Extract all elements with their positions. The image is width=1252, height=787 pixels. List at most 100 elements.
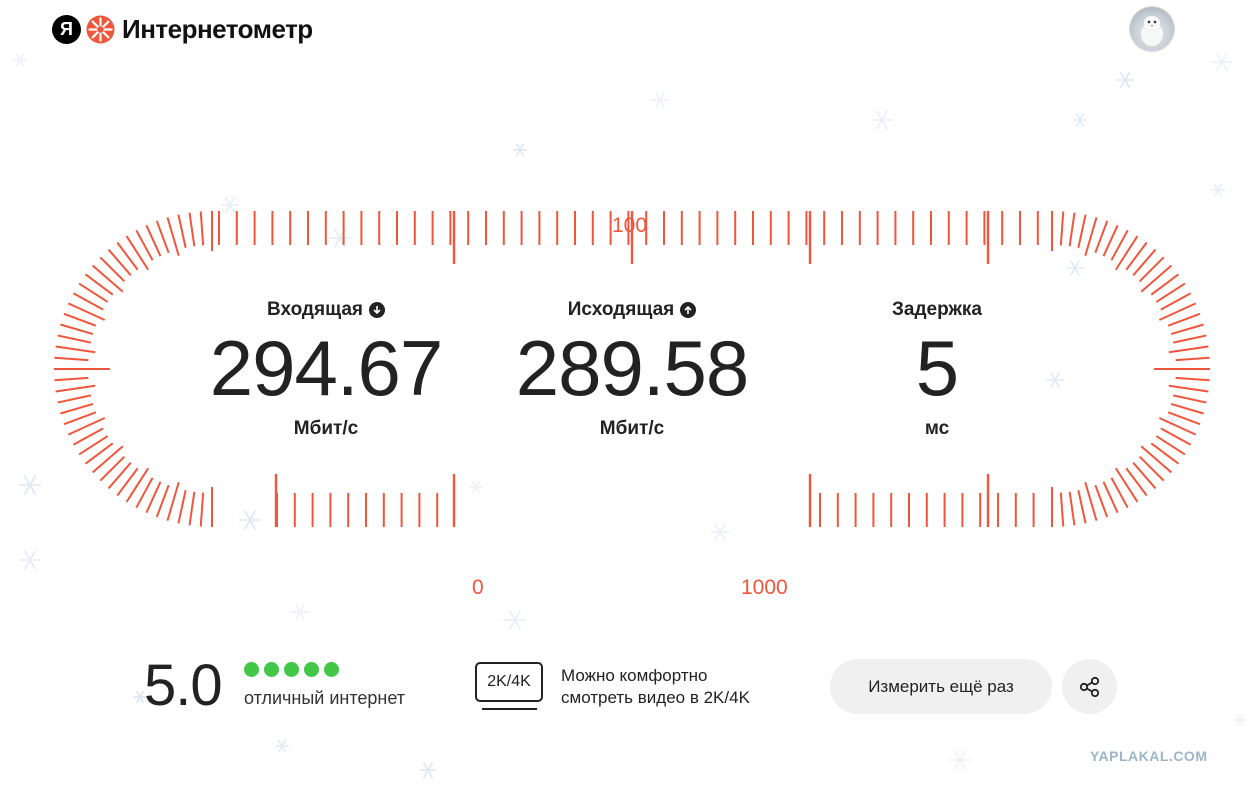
upload-value: 289.58 [515,324,750,412]
rating-dot [304,662,319,677]
scale-tick [1168,345,1209,354]
scale-tick [155,484,170,518]
scale-tick [1068,491,1076,526]
scale-tick [1132,248,1157,276]
internetometer-logo-icon [86,15,115,43]
scale-tick [155,220,170,254]
arrow-up-circle-icon [680,302,697,318]
scale-tick [54,356,89,362]
scale-tick [1140,264,1173,293]
scale-tick [60,323,94,336]
scale-tick [1167,312,1201,327]
scale-tick [116,241,139,271]
rating-dots [244,662,339,677]
scale-tick [63,411,97,426]
scale-tick [1172,334,1207,344]
scale-tick [1094,220,1109,254]
scale-tick [1138,455,1165,482]
scale-tick [116,467,139,497]
scale-tick [188,491,196,526]
scale-tick [177,489,187,524]
scale-tick [1059,211,1065,246]
scale-label-100: 100 [612,214,648,237]
upload-label: Исходящая [567,299,675,320]
scale-label-1000: 1000 [741,576,788,599]
scale-tick [1114,235,1139,271]
share-button[interactable] [1062,659,1117,714]
download-label: Входящая [267,299,363,320]
scale-tick [63,312,97,327]
scale-tick [55,345,96,354]
download-unit: Мбит/с [293,418,359,439]
scale-tick [55,384,96,393]
video-quality-badge: 2K/4K [475,662,543,702]
scale-tick [1170,402,1204,415]
scale-tick [199,211,205,246]
arrow-down-circle-icon [368,302,385,318]
scale-tick [84,442,114,465]
scale-tick [1084,481,1098,521]
watermark: YAPLAKAL.COM [1090,748,1208,764]
rating-dot [324,662,339,677]
rating-score: 5.0 [144,653,223,718]
scale-tick [1167,411,1201,426]
user-avatar[interactable] [1130,7,1174,51]
scale-tick [1132,462,1157,490]
scale-tick [1077,214,1087,249]
scale-tick [1077,489,1087,524]
scale-tick [125,235,150,271]
latency-unit: мс [924,418,950,439]
scale-tick [188,212,196,247]
scale-tick [1175,356,1210,362]
scale-tick [91,264,124,293]
video-quality-text: Можно комфортно смотреть видео в 2K/4K [561,665,801,709]
scale-tick [1114,467,1139,503]
scale-tick [57,394,92,404]
remeasure-button[interactable]: Измерить ещё раз [830,659,1052,714]
app-title: Интернетометр [122,13,313,44]
scale-tick [166,217,180,257]
scale-tick [1168,384,1209,393]
scale-tick [1125,467,1148,497]
scale-tick [1170,323,1204,336]
scale-tick [1172,394,1207,404]
monitor-stand-icon [482,708,537,710]
scale-tick [177,214,187,249]
upload-unit: Мбит/с [599,418,665,439]
scale-tick [60,402,94,415]
yandex-logo-icon: Я [52,14,81,44]
video-text-line1: Можно комфортно [561,666,708,685]
share-nodes-icon [1079,676,1099,697]
scale-tick [91,445,124,474]
scale-tick [84,273,114,296]
logo[interactable]: Я Интернетометр [52,14,313,44]
scale-tick [1150,442,1180,465]
latency-label: Задержка [892,299,982,320]
scale-tick [107,462,132,490]
download-value: 294.67 [209,324,444,412]
scale-tick [107,248,132,276]
scale-tick [1140,445,1173,474]
scale-tick [1084,217,1098,257]
scale-tick [1175,376,1210,382]
scale-tick [99,256,126,283]
scale-tick [1125,241,1148,271]
latency-value: 5 [915,324,959,412]
scale-label-0: 0 [472,576,484,599]
scale-tick [199,492,205,527]
scale-tick [1138,256,1165,283]
scale-tick [57,334,92,344]
scale-tick [125,467,150,503]
video-text-line2: смотреть видео в 2K/4K [561,688,750,707]
rating-caption: отличный интернет [244,688,405,708]
rating-dot [284,662,299,677]
scale-tick [166,481,180,521]
scale-tick [99,455,126,482]
owl-avatar-icon [1141,16,1163,46]
rating-dot [244,662,259,677]
scale-tick [1068,212,1076,247]
scale-tick [1150,273,1180,296]
scale-tick [1094,484,1109,518]
rating-dot [264,662,279,677]
scale-tick [54,376,89,382]
